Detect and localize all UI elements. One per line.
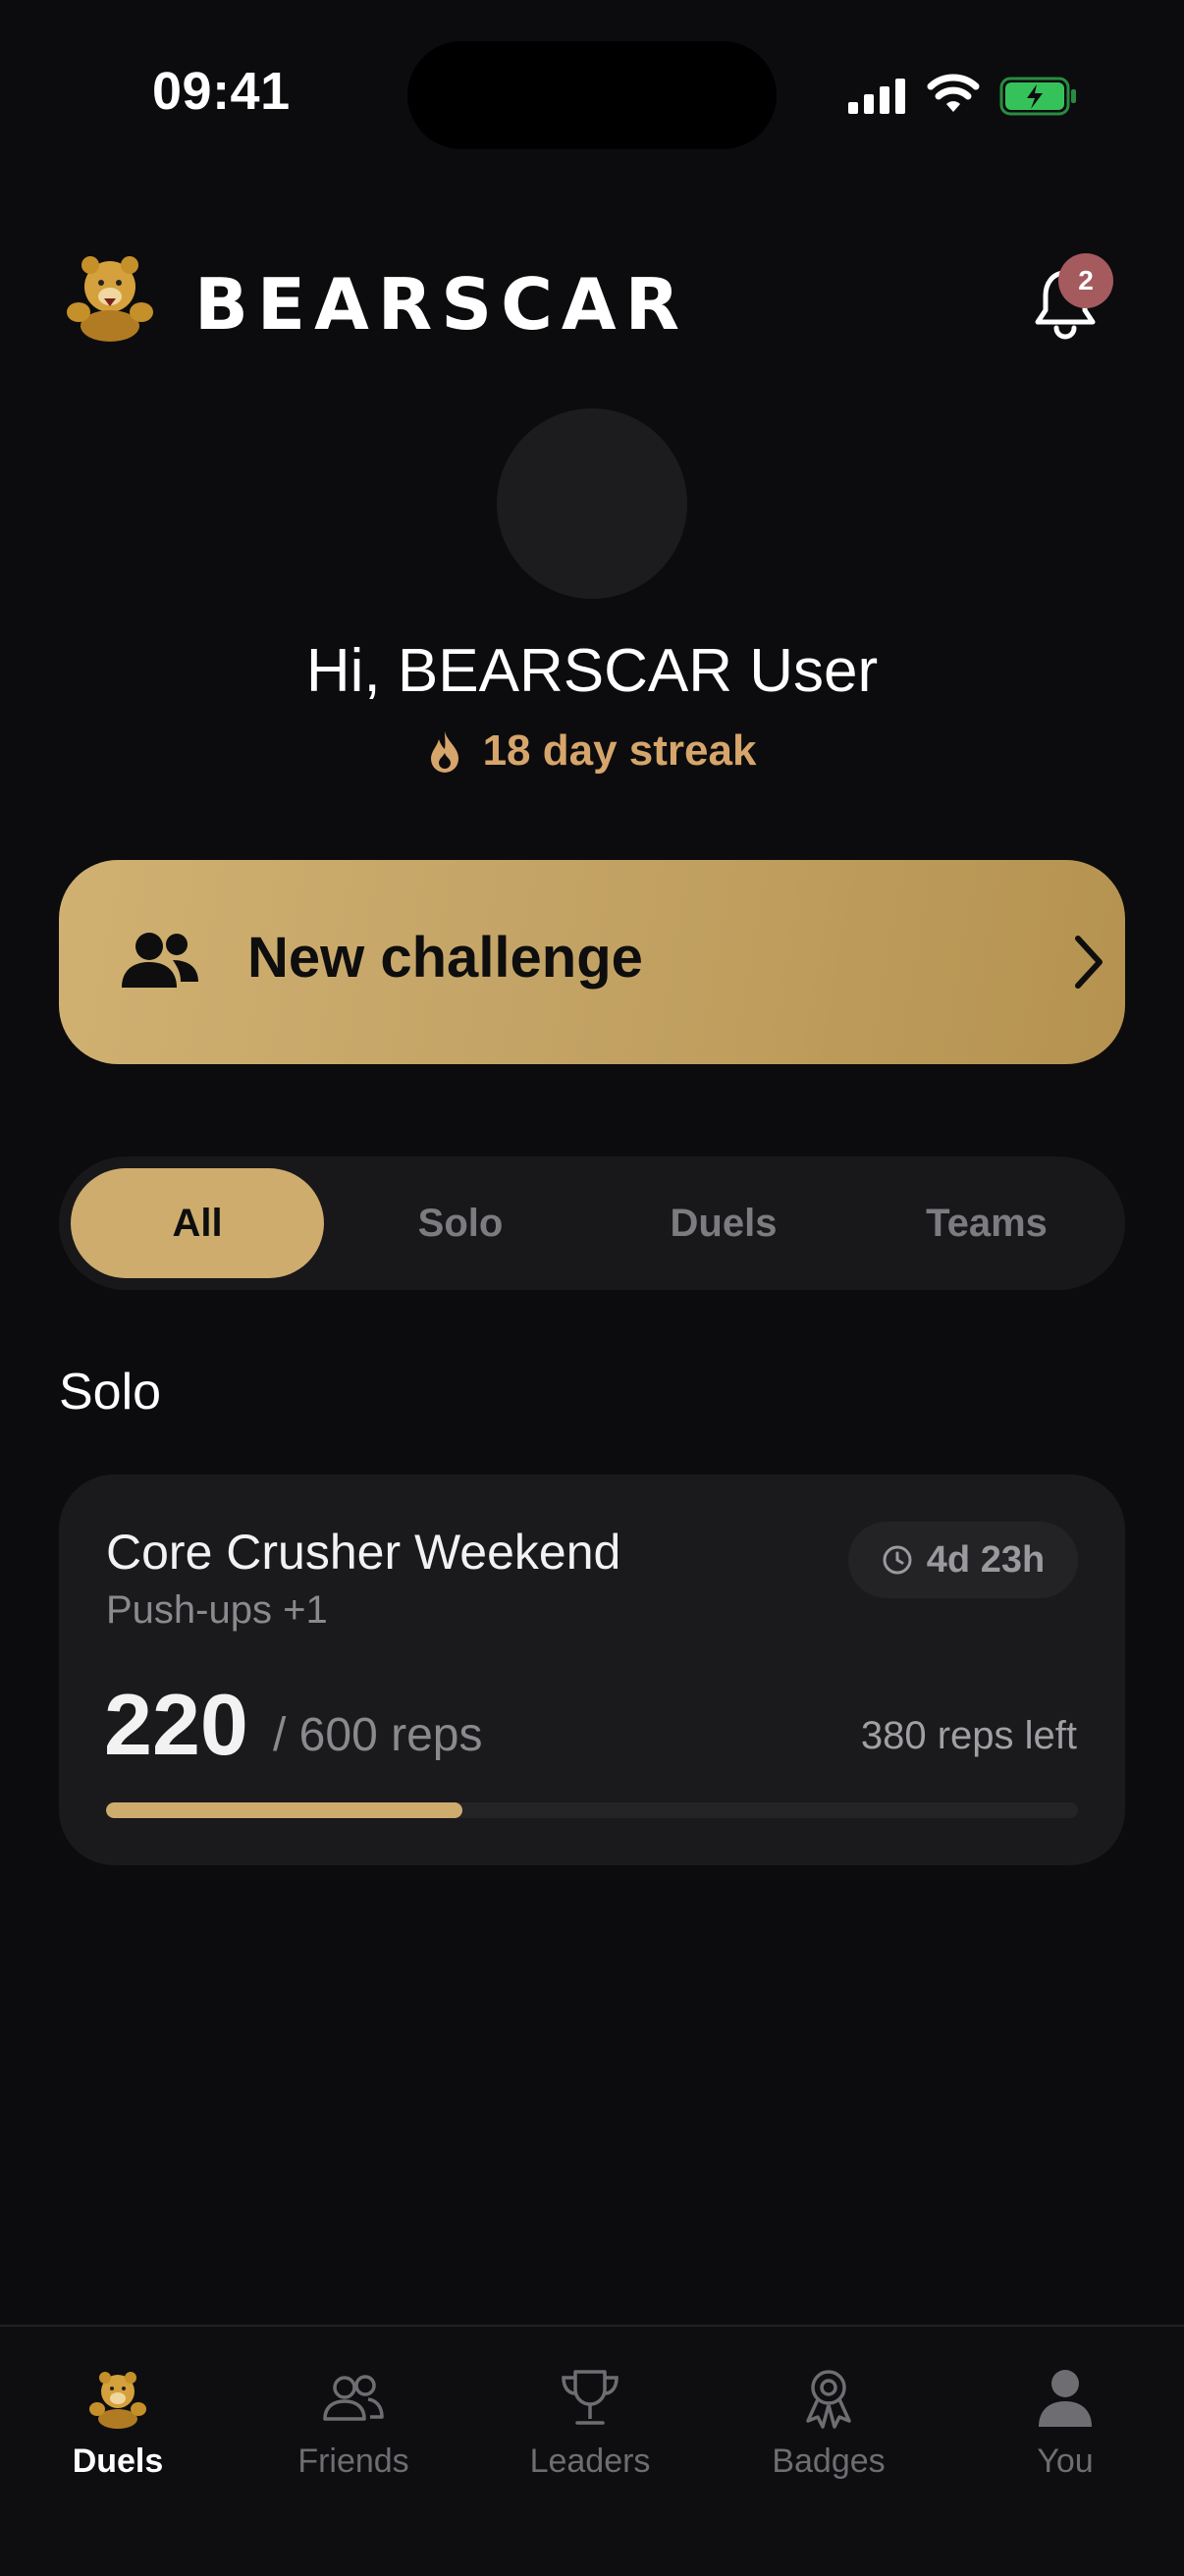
cellular-signal-icon <box>848 79 905 114</box>
nav-friends[interactable]: Friends <box>255 2366 452 2481</box>
current-reps: 220 <box>104 1676 248 1773</box>
challenge-subtitle: Push-ups +1 <box>106 1588 328 1632</box>
streak-indicator: 18 day streak <box>0 726 1184 776</box>
dynamic-island <box>407 41 777 149</box>
nav-you-label: You <box>1037 2442 1094 2480</box>
badge-icon <box>806 2370 851 2429</box>
streak-text: 18 day streak <box>482 726 757 775</box>
friends-icon <box>323 2375 384 2421</box>
group-icon <box>122 933 198 988</box>
notification-badge: 2 <box>1058 253 1113 308</box>
status-time: 09:41 <box>152 62 291 121</box>
nav-leaders[interactable]: Leaders <box>492 2366 688 2481</box>
progress-bar <box>106 1802 1078 1818</box>
tab-duels[interactable]: Duels <box>597 1168 850 1278</box>
total-reps: / 600 reps <box>273 1709 483 1761</box>
nav-you[interactable]: You <box>967 2366 1163 2481</box>
nav-duels[interactable]: Duels <box>20 2366 216 2481</box>
nav-leaders-label: Leaders <box>529 2442 651 2480</box>
bear-icon <box>89 2372 146 2429</box>
bear-logo-icon <box>67 256 153 342</box>
avatar[interactable] <box>497 408 687 599</box>
clock-icon <box>883 1545 912 1575</box>
tab-teams[interactable]: Teams <box>860 1168 1113 1278</box>
new-challenge-button[interactable]: New challenge <box>59 860 1125 1064</box>
tab-all[interactable]: All <box>71 1168 324 1278</box>
section-title: Solo <box>59 1364 162 1421</box>
reps-left: 380 reps left <box>860 1714 1077 1757</box>
chevron-right-icon <box>1075 936 1103 989</box>
nav-badges-label: Badges <box>772 2442 886 2480</box>
wifi-icon <box>927 74 980 112</box>
new-challenge-label: New challenge <box>247 926 643 990</box>
person-icon <box>1039 2370 1092 2427</box>
progress-fill <box>106 1802 463 1818</box>
time-left-text: 4d 23h <box>926 1538 1046 1581</box>
challenge-title: Core Crusher Weekend <box>106 1525 621 1580</box>
battery-icon <box>999 77 1076 116</box>
nav-duels-label: Duels <box>72 2442 164 2480</box>
greeting: Hi, BEARSCAR User <box>305 637 879 705</box>
tab-solo[interactable]: Solo <box>334 1168 587 1278</box>
trophy-icon <box>562 2370 619 2425</box>
flame-icon <box>430 731 458 773</box>
nav-badges[interactable]: Badges <box>730 2366 927 2481</box>
nav-friends-label: Friends <box>297 2442 409 2480</box>
filter-tabs: All Solo Duels Teams <box>59 1156 1125 1290</box>
time-left-badge: 4d 23h <box>848 1522 1078 1598</box>
brand-title: BEARSCAR <box>194 263 689 346</box>
